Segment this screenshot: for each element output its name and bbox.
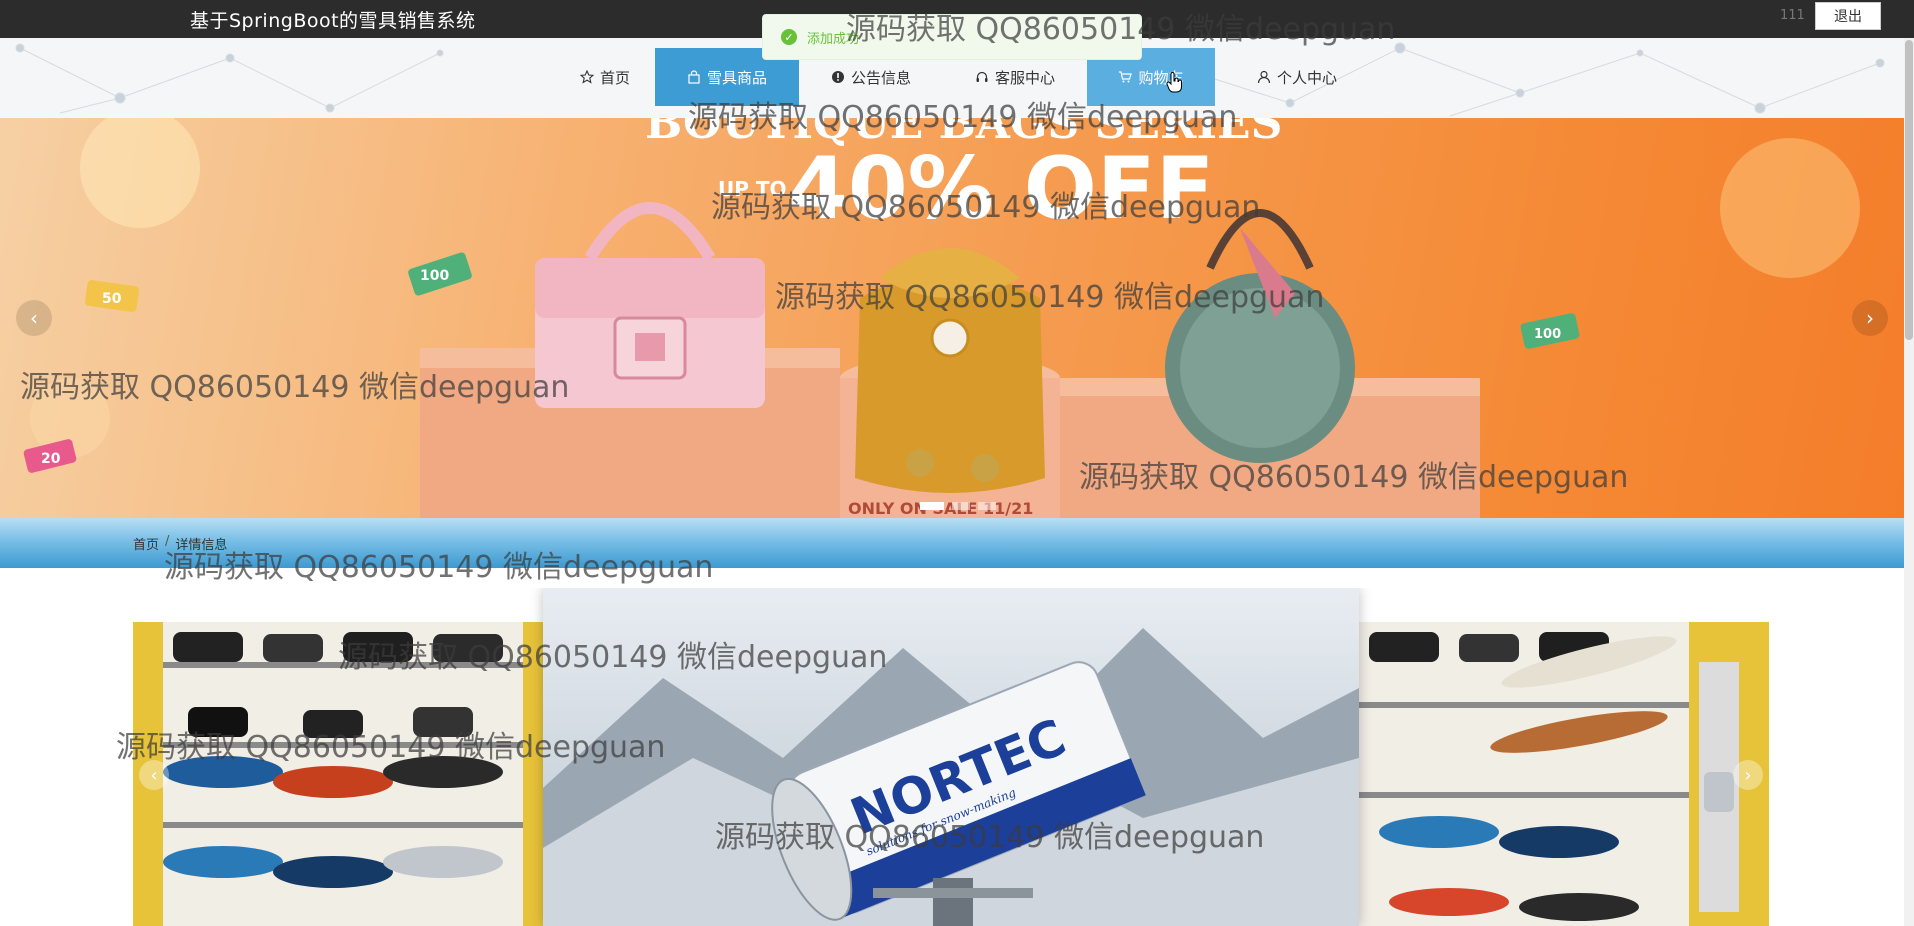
product-image-gallery: NORTEC solutions for snow-making ‹ ›	[133, 588, 1769, 926]
page-scrollbar[interactable]	[1904, 38, 1914, 926]
breadcrumb-home-link[interactable]: 首页	[133, 534, 159, 553]
banner-dot-2[interactable]	[952, 502, 970, 510]
snowboard-rack-image-2	[1359, 622, 1769, 926]
nav-label-announcements: 公告信息	[850, 68, 911, 87]
banner-discount: 40% OFF	[788, 139, 1214, 239]
cart-icon	[1119, 71, 1133, 83]
nav-label-customer-service: 客服中心	[994, 68, 1055, 87]
bag-icon	[688, 70, 700, 84]
gallery-prev-arrow-icon[interactable]: ‹	[139, 760, 169, 790]
hand-cursor-icon	[1166, 72, 1182, 93]
banner-pagination	[920, 502, 996, 510]
badge-50: 50	[84, 280, 140, 312]
snowboard-rack-image	[133, 622, 543, 926]
nav-label-personal-center: 个人中心	[1276, 68, 1337, 87]
site-title: 基于SpringBoot的雪具销售系统	[190, 10, 476, 32]
scrollbar-thumb[interactable]	[1905, 40, 1913, 340]
headset-icon	[976, 71, 988, 82]
svg-text:20: 20	[41, 451, 61, 467]
check-circle-icon: ✓	[781, 29, 797, 45]
star-icon	[579, 70, 594, 84]
logout-button[interactable]: 退出	[1815, 2, 1881, 30]
nav-item-personal-center[interactable]: 个人中心	[1215, 48, 1379, 106]
banner-dot-1[interactable]	[920, 502, 944, 510]
svg-text:100: 100	[1534, 327, 1561, 342]
snow-cannon-image: NORTEC solutions for snow-making	[543, 588, 1359, 926]
banner-artwork: 50 100 100 20 BOUTIQUE BAGS SERIES UP TO…	[23, 118, 1860, 518]
user-icon	[1257, 70, 1271, 84]
svg-text:100: 100	[420, 268, 449, 284]
toast-message: 添加成功	[807, 31, 860, 47]
badge-100-right: 100	[1520, 313, 1580, 349]
exclamation-icon	[831, 71, 844, 83]
nav-label-ski-products: 雪具商品	[706, 68, 767, 87]
hero-banner-carousel[interactable]: 50 100 100 20 BOUTIQUE BAGS SERIES UP TO…	[0, 118, 1904, 518]
banner-next-arrow-icon[interactable]: ›	[1852, 300, 1888, 336]
badge-100-left: 100	[408, 252, 472, 296]
svg-text:50: 50	[102, 291, 122, 307]
breadcrumb-current: 详情信息	[175, 538, 228, 553]
nav-item-home[interactable]: 首页	[555, 48, 655, 106]
breadcrumb-bar: 首页 / 详情信息	[0, 518, 1904, 568]
breadcrumb-separator: /	[165, 534, 170, 549]
gallery-image-main[interactable]: NORTEC solutions for snow-making	[543, 588, 1359, 926]
banner-dot-3[interactable]	[978, 502, 996, 510]
current-user-name: 111	[1780, 8, 1805, 23]
breadcrumb: 首页 / 详情信息	[133, 534, 227, 553]
nav-label-home: 首页	[599, 68, 630, 87]
gallery-image-right[interactable]	[1359, 622, 1769, 926]
banner-prev-arrow-icon[interactable]: ‹	[16, 300, 52, 336]
gallery-next-arrow-icon[interactable]: ›	[1733, 760, 1763, 790]
success-toast: ✓ 添加成功	[762, 14, 1142, 60]
banner-up-to: UP TO	[718, 177, 787, 201]
gallery-image-left[interactable]	[133, 622, 543, 926]
